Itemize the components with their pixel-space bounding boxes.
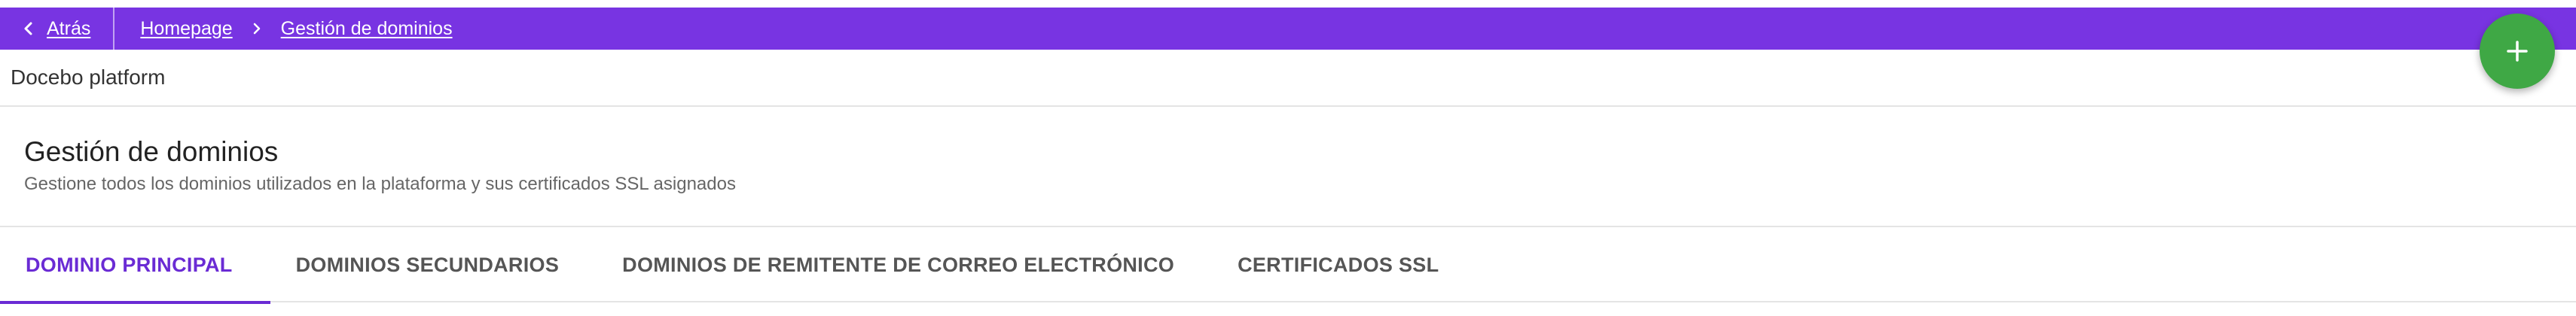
top-navigation-bar: Atrás Homepage Gestión de dominios — [0, 8, 2576, 50]
tab-dominios-secundarios[interactable]: DOMINIOS SECUNDARIOS — [270, 227, 597, 302]
platform-name: Docebo platform — [11, 65, 166, 89]
breadcrumb-item-current[interactable]: Gestión de dominios — [281, 18, 453, 40]
page-subtitle: Gestione todos los dominios utilizados e… — [24, 174, 736, 194]
breadcrumb: Homepage Gestión de dominios — [114, 18, 452, 40]
breadcrumb-item-homepage[interactable]: Homepage — [140, 18, 232, 40]
tab-dominios-remitente-correo[interactable]: DOMINIOS DE REMITENTE DE CORREO ELECTRÓN… — [597, 227, 1212, 302]
tab-bar: DOMINIO PRINCIPAL DOMINIOS SECUNDARIOS D… — [0, 227, 2576, 304]
back-button[interactable]: Atrás — [0, 8, 115, 50]
tab-dominio-principal[interactable]: DOMINIO PRINCIPAL — [0, 227, 270, 304]
page-heading: Gestión de dominios Gestione todos los d… — [24, 135, 1832, 196]
chevron-left-icon — [24, 22, 32, 35]
chevron-right-icon — [253, 23, 260, 35]
tab-certificados-ssl[interactable]: CERTIFICADOS SSL — [1212, 227, 1476, 302]
platform-header: Docebo platform — [0, 50, 2576, 107]
page-title: Gestión de dominios — [24, 136, 279, 167]
back-link[interactable]: Atrás — [47, 18, 90, 40]
